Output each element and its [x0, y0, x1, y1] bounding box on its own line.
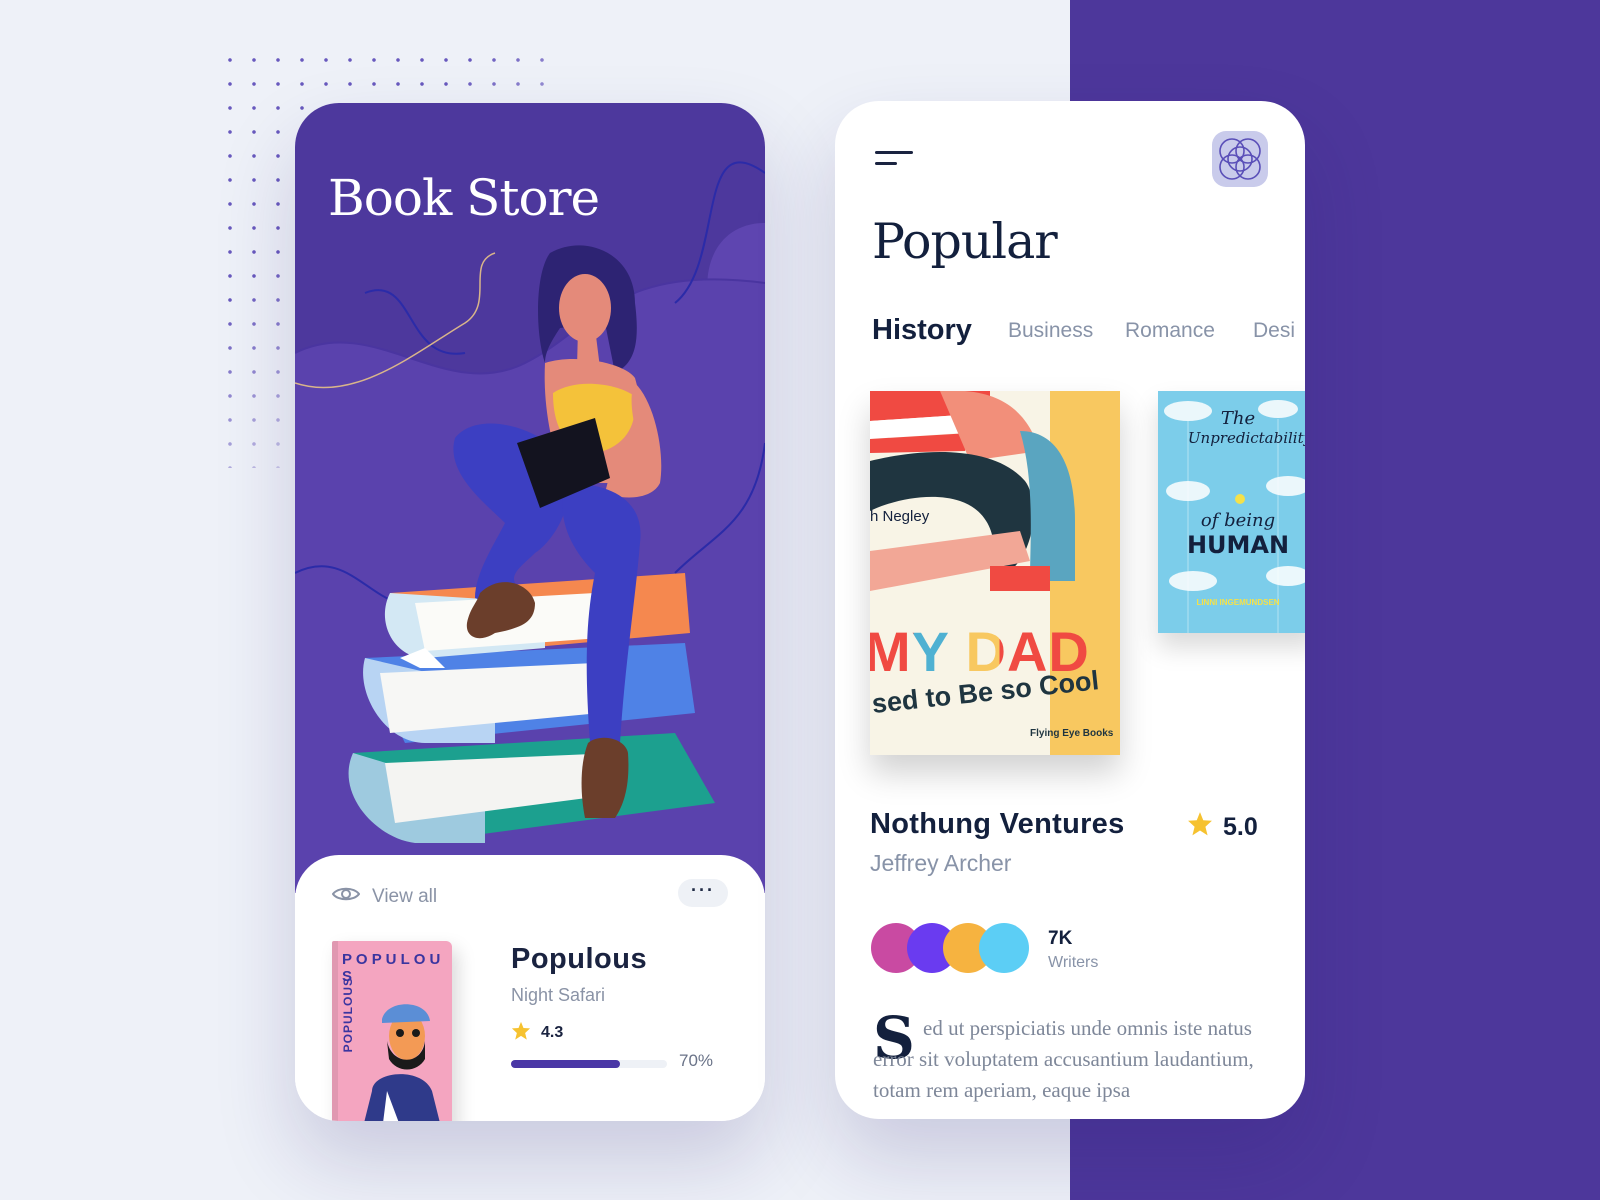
current-book-title[interactable]: Populous [511, 943, 647, 976]
view-all-link[interactable]: View all [331, 885, 438, 909]
featured-book-rating: 5.0 [1187, 811, 1258, 843]
more-dots-icon: ··· [691, 880, 715, 900]
tab-history[interactable]: History [872, 314, 972, 347]
star-icon [1187, 811, 1213, 843]
cover-publisher: Flying Eye Books [1030, 728, 1114, 739]
writers-label: Writers [1048, 954, 1099, 971]
cover-human-author: LINNI INGEMUNDSEN [1196, 598, 1280, 607]
book-cover-unpredictability[interactable]: The Unpredictability of being HUMAN LINN… [1158, 391, 1305, 633]
current-book-rating: 4.3 [511, 1021, 563, 1045]
tab-design[interactable]: Desi [1253, 319, 1295, 343]
reading-progress-bar [511, 1060, 667, 1068]
pattern-avatar-icon [1219, 138, 1261, 180]
writer-avatar [979, 923, 1029, 973]
reading-sheet: View all ··· P O P U L O U S POPULOUS Po… [295, 855, 765, 1121]
tab-romance[interactable]: Romance [1125, 319, 1215, 343]
featured-book-title[interactable]: Nothung Ventures [870, 808, 1125, 841]
featured-book-author: Jeffrey Archer [870, 850, 1012, 876]
featured-rating-value: 5.0 [1223, 812, 1258, 841]
category-tabs: History Business Romance Desi [872, 314, 1305, 359]
app-title: Book Store [328, 169, 600, 227]
bookstore-home-screen: Book Store View all ··· P O P U L O U S … [295, 103, 765, 1121]
progress-percent: 70% [679, 1051, 714, 1070]
writer-avatars[interactable] [871, 923, 1041, 975]
profile-avatar[interactable] [1212, 131, 1268, 187]
view-all-label: View all [372, 886, 438, 907]
tab-business[interactable]: Business [1008, 319, 1093, 343]
rating-value: 4.3 [541, 1024, 564, 1041]
eye-icon [331, 885, 361, 909]
hero-illustration: Book Store [295, 103, 765, 893]
book-cover-my-dad[interactable]: h Negley MY DAD sed to Be so Cool Flying… [870, 391, 1120, 755]
current-book-subtitle: Night Safari [511, 985, 606, 1005]
cover-human-title: The Unpredictability of being HUMAN [1186, 408, 1305, 559]
popular-books-screen: Popular History Business Romance Desi h … [835, 101, 1305, 1119]
book-description: ed ut perspiciatis unde omnis iste natus… [873, 1016, 1254, 1102]
star-icon [511, 1021, 531, 1045]
hamburger-menu-icon[interactable] [875, 151, 915, 167]
more-options-button[interactable]: ··· [678, 879, 728, 907]
page-title: Popular [872, 213, 1058, 270]
progress-fill [511, 1060, 621, 1068]
populous-book-cover[interactable]: P O P U L O U S POPULOUS [332, 941, 452, 1121]
man-with-cap-illustration [364, 1004, 440, 1121]
cover-author-text: h Negley [870, 508, 930, 525]
writers-count: 7K [1048, 928, 1073, 949]
